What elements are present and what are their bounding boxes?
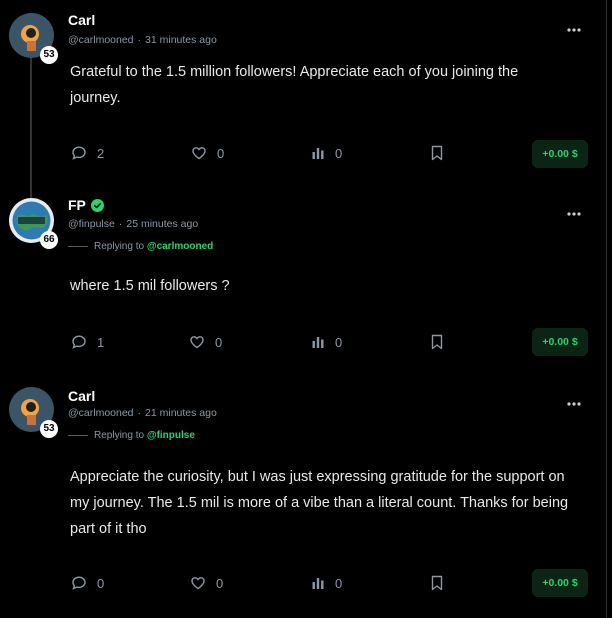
heart-icon [192, 147, 206, 160]
views-count: 0 [335, 334, 343, 350]
bookmark-button[interactable] [430, 144, 454, 162]
reply-target-handle[interactable]: @carlmooned [147, 241, 213, 252]
post-time: 25 minutes ago [126, 218, 199, 230]
comment-count: 0 [97, 575, 105, 591]
heart-icon [190, 336, 204, 349]
tip-button[interactable]: +0.00 $ [532, 140, 588, 168]
post-1[interactable]: 53 Carl @carlmooned · 31 minutes ago Grate… [0, 0, 606, 185]
views-count: 0 [335, 145, 343, 161]
post-text: Grateful to the 1.5 million followers! A… [70, 64, 519, 106]
author-handle[interactable]: @carlmooned [68, 34, 134, 46]
like-count: 0 [215, 334, 223, 350]
comment-icon [72, 146, 86, 160]
like-button[interactable]: 0 [191, 144, 224, 162]
verified-icon [91, 199, 104, 212]
more-icon[interactable] [566, 209, 582, 219]
post-text: Appreciate the curiosity, but I was just… [70, 469, 569, 537]
reply-target-handle[interactable]: @finpulse [147, 430, 195, 441]
like-button[interactable]: 0 [189, 333, 222, 351]
reply-rule [68, 245, 88, 247]
like-count: 0 [217, 145, 225, 161]
level-badge: 53 [40, 420, 58, 438]
post-meta: @finpulse · 25 minutes ago [68, 218, 199, 230]
bookmark-icon [431, 334, 443, 350]
author-name[interactable]: Carl [68, 12, 95, 28]
like-count: 0 [216, 575, 224, 591]
post-meta: @carlmooned · 21 minutes ago [68, 407, 217, 419]
avatar[interactable]: 66 [9, 198, 58, 249]
views-icon [312, 337, 324, 348]
bookmark-icon [431, 145, 443, 161]
views-icon [312, 148, 324, 159]
bookmark-icon [431, 575, 443, 591]
post-time: 21 minutes ago [145, 407, 217, 419]
comment-button[interactable]: 1 [71, 333, 104, 351]
views-button[interactable]: 0 [311, 574, 342, 592]
comment-button[interactable]: 0 [71, 574, 104, 592]
bookmark-button[interactable] [430, 574, 454, 592]
bookmark-button[interactable] [430, 333, 454, 351]
views-count: 0 [335, 575, 343, 591]
right-divider [606, 0, 607, 618]
level-badge: 66 [40, 231, 58, 249]
comment-count: 2 [97, 145, 105, 161]
replying-to: Replying to @finpulse [68, 430, 195, 441]
comment-button[interactable]: 2 [71, 144, 104, 162]
views-button[interactable]: 0 [311, 144, 342, 162]
comment-icon [72, 335, 86, 349]
heart-icon [191, 577, 205, 590]
tip-button[interactable]: +0.00 $ [532, 328, 588, 356]
post-text: where 1.5 mil followers ? [70, 278, 230, 294]
views-button[interactable]: 0 [311, 333, 342, 351]
avatar[interactable]: 53 [9, 13, 58, 64]
reply-rule [68, 434, 88, 436]
more-icon[interactable] [566, 25, 582, 35]
like-button[interactable]: 0 [190, 574, 223, 592]
replying-label: Replying to [94, 430, 145, 441]
author-handle[interactable]: @finpulse [68, 218, 115, 230]
author-handle[interactable]: @carlmooned [68, 407, 134, 419]
comment-icon [72, 576, 86, 590]
avatar[interactable]: 53 [9, 387, 58, 438]
more-icon[interactable] [566, 399, 582, 409]
author-name[interactable]: FP [68, 197, 86, 213]
post-3[interactable]: 53 Carl @carlmooned · 21 minutes ago Reply… [0, 375, 606, 618]
level-badge: 53 [40, 46, 58, 64]
author-name[interactable]: Carl [68, 388, 95, 404]
post-2[interactable]: 66 FP @finpulse · 25 minutes ago Replying … [0, 185, 606, 375]
replying-to: Replying to @carlmooned [68, 241, 213, 252]
tip-button[interactable]: +0.00 $ [532, 569, 588, 597]
post-meta: @carlmooned · 31 minutes ago [68, 34, 217, 46]
comment-count: 1 [97, 334, 105, 350]
replying-label: Replying to [94, 241, 145, 252]
views-icon [312, 578, 324, 589]
post-time: 31 minutes ago [145, 34, 217, 46]
